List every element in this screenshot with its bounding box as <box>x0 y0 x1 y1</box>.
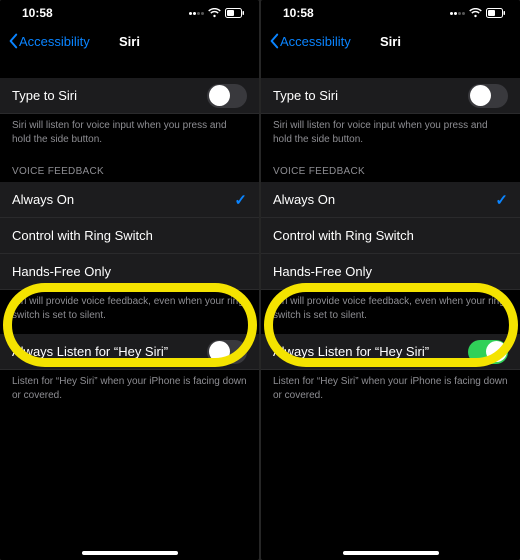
row-label: Hands-Free Only <box>273 264 372 279</box>
row-hey-siri[interactable]: Always Listen for “Hey Siri” <box>261 334 520 370</box>
nav-bar: Accessibility Siri <box>0 26 259 56</box>
chevron-left-icon <box>267 33 281 49</box>
row-label: Always On <box>273 192 335 207</box>
screenshot-right: 10:58 Accessibility Siri Type to Siri Si… <box>261 0 520 560</box>
back-label: Accessibility <box>19 34 90 49</box>
row-label: Type to Siri <box>273 88 338 103</box>
header-voice-feedback: VOICE FEEDBACK <box>0 156 259 182</box>
toggle-hey-siri[interactable] <box>468 340 508 364</box>
row-hands-free[interactable]: Hands-Free Only <box>0 254 259 290</box>
footer-hey-siri: Listen for “Hey Siri” when your iPhone i… <box>0 370 259 412</box>
row-ring-switch[interactable]: Control with Ring Switch <box>261 218 520 254</box>
home-indicator[interactable] <box>82 551 178 555</box>
home-indicator[interactable] <box>343 551 439 555</box>
row-always-on[interactable]: Always On ✓ <box>0 182 259 218</box>
status-time: 10:58 <box>22 6 53 20</box>
back-label: Accessibility <box>280 34 351 49</box>
row-label: Always Listen for “Hey Siri” <box>12 344 168 359</box>
row-label: Type to Siri <box>12 88 77 103</box>
status-bar: 10:58 <box>0 0 259 26</box>
page-title: Siri <box>380 34 401 49</box>
wifi-icon <box>208 8 221 18</box>
nav-bar: Accessibility Siri <box>261 26 520 56</box>
toggle-hey-siri[interactable] <box>207 340 247 364</box>
row-type-to-siri[interactable]: Type to Siri <box>261 78 520 114</box>
back-button[interactable]: Accessibility <box>267 33 351 49</box>
row-label: Hands-Free Only <box>12 264 111 279</box>
row-hands-free[interactable]: Hands-Free Only <box>261 254 520 290</box>
row-label: Control with Ring Switch <box>273 228 414 243</box>
status-time: 10:58 <box>283 6 314 20</box>
footer-voice-feedback: Siri will provide voice feedback, even w… <box>0 290 259 332</box>
wifi-icon <box>469 8 482 18</box>
row-label: Always On <box>12 192 74 207</box>
row-always-on[interactable]: Always On ✓ <box>261 182 520 218</box>
row-hey-siri[interactable]: Always Listen for “Hey Siri” <box>0 334 259 370</box>
checkmark-icon: ✓ <box>234 191 247 209</box>
footer-voice-feedback: Siri will provide voice feedback, even w… <box>261 290 520 332</box>
header-voice-feedback: VOICE FEEDBACK <box>261 156 520 182</box>
row-label: Control with Ring Switch <box>12 228 153 243</box>
footer-type-to-siri: Siri will listen for voice input when yo… <box>261 114 520 156</box>
row-type-to-siri[interactable]: Type to Siri <box>0 78 259 114</box>
back-button[interactable]: Accessibility <box>6 33 90 49</box>
screenshot-left: 10:58 Accessibility Siri Type to Siri Si… <box>0 0 259 560</box>
battery-icon <box>225 8 245 18</box>
battery-icon <box>486 8 506 18</box>
page-title: Siri <box>119 34 140 49</box>
signal-icon <box>450 12 465 15</box>
signal-icon <box>189 12 204 15</box>
checkmark-icon: ✓ <box>495 191 508 209</box>
status-bar: 10:58 <box>261 0 520 26</box>
toggle-type-to-siri[interactable] <box>207 84 247 108</box>
footer-type-to-siri: Siri will listen for voice input when yo… <box>0 114 259 156</box>
row-ring-switch[interactable]: Control with Ring Switch <box>0 218 259 254</box>
row-label: Always Listen for “Hey Siri” <box>273 344 429 359</box>
chevron-left-icon <box>6 33 20 49</box>
footer-hey-siri: Listen for “Hey Siri” when your iPhone i… <box>261 370 520 412</box>
toggle-type-to-siri[interactable] <box>468 84 508 108</box>
